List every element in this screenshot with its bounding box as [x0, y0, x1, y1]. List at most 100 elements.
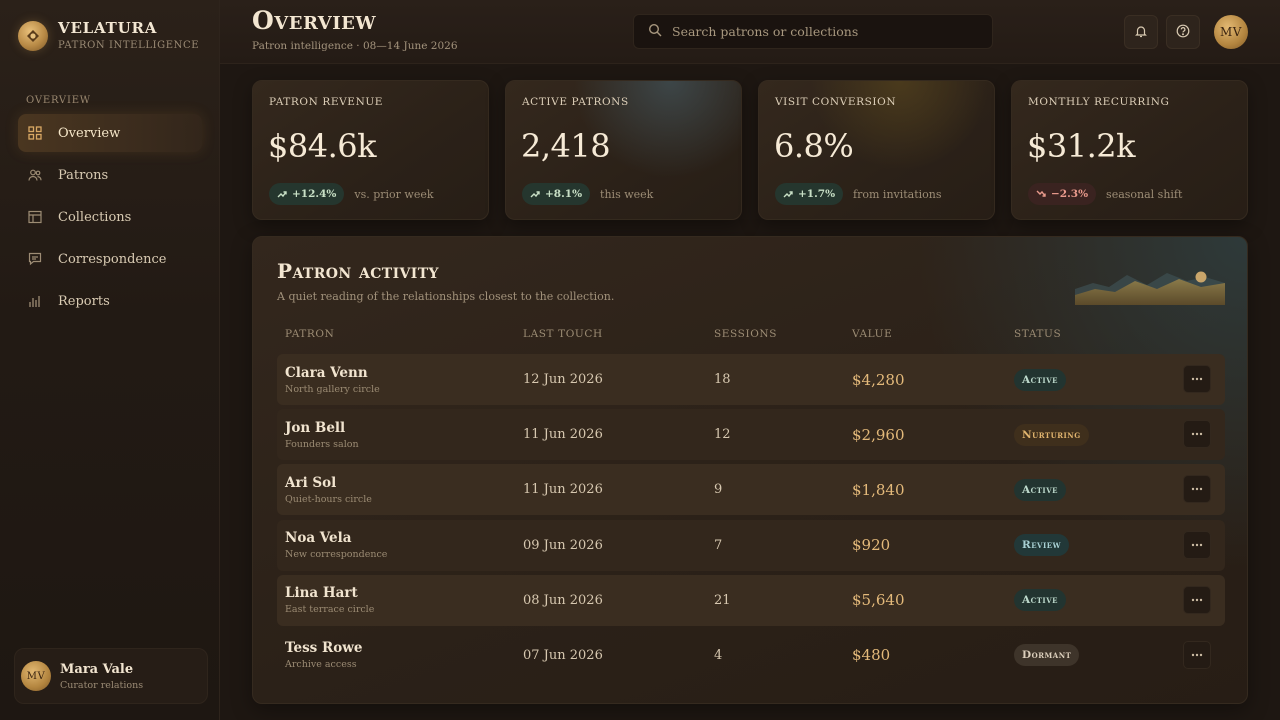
search-input[interactable] — [672, 24, 972, 39]
page-subtitle: Patron intelligence · 08—14 June 2026 — [252, 40, 458, 52]
table-row[interactable]: Clara Venn North gallery circle 12 Jun 2… — [277, 354, 1225, 405]
table-icon — [28, 210, 42, 224]
trend-up-icon — [277, 191, 287, 198]
sessions: 18 — [714, 372, 731, 387]
sidebar-item-label: Overview — [58, 125, 121, 141]
patron-circle: Founders salon — [285, 438, 359, 450]
kpi-note: seasonal shift — [1106, 187, 1183, 201]
grid-icon — [28, 126, 42, 140]
table-header: PATRON LAST TOUCH SESSIONS VALUE STATUS — [277, 328, 1225, 344]
main-content: Overview Patron intelligence · 08—14 Jun… — [220, 0, 1280, 720]
sidebar-nav: Overview Patrons Collections Corresponde… — [18, 114, 202, 324]
topbar: Overview Patron intelligence · 08—14 Jun… — [220, 0, 1280, 64]
patron-name: Jon Bell — [285, 419, 346, 436]
more-horizontal-icon — [1191, 543, 1203, 546]
sidebar-item-label: Collections — [58, 209, 132, 225]
delta-value: +1.7% — [798, 188, 836, 200]
notifications-button[interactable] — [1124, 15, 1158, 49]
last-touch: 11 Jun 2026 — [523, 482, 603, 498]
row-more-button[interactable] — [1183, 640, 1211, 669]
sidebar-item-reports[interactable]: Reports — [18, 282, 202, 320]
status-badge: Nurturing — [1014, 423, 1089, 446]
delta-badge: −2.3% — [1028, 183, 1097, 205]
column-header-value[interactable]: VALUE — [852, 328, 892, 340]
patron-circle: Quiet-hours circle — [285, 493, 372, 505]
patron-name: Lina Hart — [285, 585, 358, 602]
kpi-value: $31.2k — [1027, 127, 1136, 165]
trend-down-icon — [1036, 190, 1046, 197]
column-header-sessions[interactable]: SESSIONS — [714, 328, 777, 340]
patron-table: Clara Venn North gallery circle 12 Jun 2… — [277, 354, 1225, 685]
patron-name: Clara Venn — [285, 364, 368, 381]
help-button[interactable] — [1166, 15, 1200, 49]
delta-badge: +1.7% — [775, 183, 844, 205]
sessions: 4 — [714, 647, 723, 663]
status-badge: Active — [1014, 478, 1066, 501]
nav-section-label: OVERVIEW — [26, 95, 91, 106]
profile-avatar[interactable]: MV — [1214, 15, 1248, 49]
patron-circle: East terrace circle — [285, 604, 375, 616]
delta-badge: +12.4% — [269, 183, 345, 205]
patron-value: $2,960 — [852, 425, 905, 444]
status-badge: Active — [1014, 368, 1066, 391]
delta-value: +12.4% — [292, 188, 337, 200]
table-row[interactable]: Jon Bell Founders salon 11 Jun 2026 12 $… — [277, 409, 1225, 461]
sessions: 7 — [714, 537, 723, 553]
kpi-value: 6.8% — [774, 127, 854, 165]
page-title: Overview — [252, 6, 377, 35]
patron-activity-panel: Patron activity A quiet reading of the r… — [252, 236, 1248, 704]
brand-seal-icon — [18, 20, 48, 51]
last-touch: 07 Jun 2026 — [523, 647, 603, 663]
row-more-button[interactable] — [1183, 420, 1211, 449]
search-bar[interactable] — [633, 14, 993, 49]
table-row[interactable]: Ari Sol Quiet-hours circle 11 Jun 2026 9… — [277, 464, 1225, 516]
column-header-last-touch[interactable]: LAST TOUCH — [523, 328, 603, 340]
sidebar-item-correspondence[interactable]: Correspondence — [18, 240, 202, 278]
row-more-button[interactable] — [1183, 585, 1211, 614]
panel-title: Patron activity — [277, 259, 439, 283]
column-header-status[interactable]: STATUS — [1014, 328, 1061, 340]
table-row[interactable]: Lina Hart East terrace circle 08 Jun 202… — [277, 574, 1225, 626]
patron-value: $920 — [852, 536, 891, 555]
row-more-button[interactable] — [1183, 530, 1211, 559]
kpi-note: vs. prior week — [354, 187, 434, 201]
panel-subtitle: A quiet reading of the relationships clo… — [277, 290, 615, 303]
sidebar-item-collections[interactable]: Collections — [18, 198, 202, 236]
status-badge: Dormant — [1014, 644, 1080, 667]
patron-circle: New correspondence — [285, 549, 388, 561]
kpi-note: this week — [600, 187, 654, 201]
more-horizontal-icon — [1191, 432, 1203, 436]
user-name: Mara Vale — [60, 661, 134, 677]
kpi-label: MONTHLY RECURRING — [1028, 96, 1170, 108]
sidebar-item-patrons[interactable]: Patrons — [18, 156, 202, 194]
status-badge: Review — [1014, 534, 1069, 557]
patron-value: $5,640 — [852, 591, 905, 610]
table-row[interactable]: Tess Rowe Archive access 07 Jun 2026 4 $… — [277, 630, 1225, 681]
sessions: 21 — [714, 592, 731, 608]
patron-value: $4,280 — [852, 370, 905, 389]
sidebar-item-overview[interactable]: Overview — [18, 114, 202, 152]
user-card[interactable]: MV Mara Vale Curator relations — [14, 648, 208, 704]
users-icon — [28, 168, 42, 182]
patron-value: $480 — [852, 646, 891, 665]
last-touch: 11 Jun 2026 — [523, 427, 603, 443]
row-more-button[interactable] — [1183, 475, 1211, 504]
more-horizontal-icon — [1191, 598, 1203, 601]
table-row[interactable]: Noa Vela New correspondence 09 Jun 2026 … — [277, 519, 1225, 571]
kpi-label: ACTIVE PATRONS — [522, 96, 629, 108]
sidebar-item-label: Reports — [58, 293, 110, 309]
more-horizontal-icon — [1191, 488, 1203, 491]
landscape-illustration-icon — [1075, 271, 1225, 305]
patron-circle: North gallery circle — [285, 383, 380, 395]
more-horizontal-icon — [1191, 653, 1203, 657]
user-role: Curator relations — [60, 679, 144, 691]
column-header-patron[interactable]: PATRON — [285, 328, 334, 340]
last-touch: 09 Jun 2026 — [523, 537, 603, 553]
kpi-value: 2,418 — [521, 127, 611, 165]
patron-name: Tess Rowe — [285, 640, 363, 657]
row-more-button[interactable] — [1183, 365, 1211, 393]
kpi-card-monthly-recurring: MONTHLY RECURRING $31.2k −2.3% seasonal … — [1011, 80, 1248, 220]
brand[interactable]: VELATURA PATRON INTELLIGENCE — [18, 20, 199, 51]
kpi-label: PATRON REVENUE — [269, 96, 384, 108]
bell-icon — [1134, 23, 1148, 42]
